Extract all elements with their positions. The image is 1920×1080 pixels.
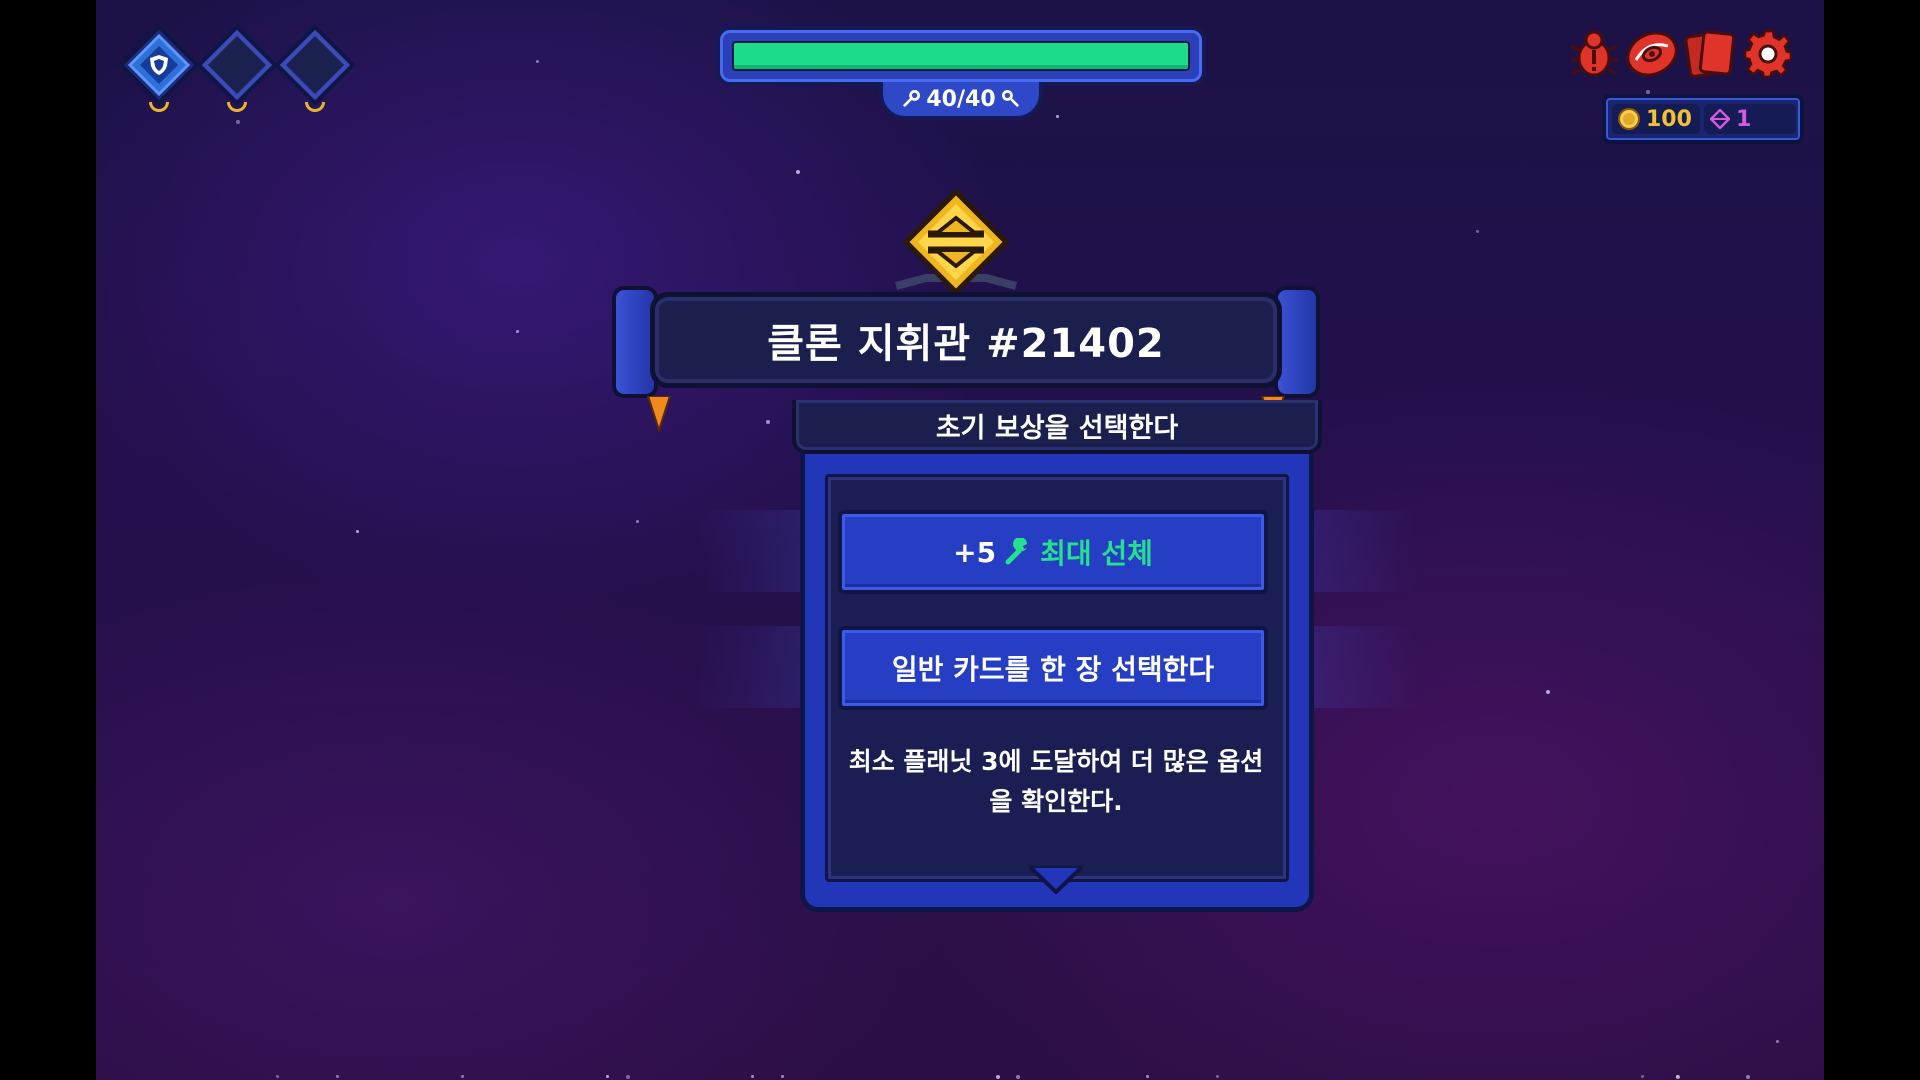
wrench-icon xyxy=(1005,538,1028,565)
menu-icons xyxy=(1566,26,1796,84)
game-screen: 40/40 100 1 클론 지휘관 #21402 초기 보상을 선택한다 +5… xyxy=(96,0,1824,1080)
star xyxy=(1146,1075,1149,1078)
star xyxy=(751,1075,754,1078)
star xyxy=(1546,690,1550,694)
event-subtitle: 초기 보상을 선택한다 xyxy=(792,400,1322,454)
settings-gear-icon[interactable] xyxy=(1740,26,1796,82)
star xyxy=(636,520,639,523)
star xyxy=(1476,230,1479,233)
gold-value: 100 xyxy=(1646,106,1692,132)
gem-icon xyxy=(1710,109,1730,129)
currency-panel: 100 1 xyxy=(1602,94,1804,144)
option-max-hull-button[interactable]: +5 최대 선체 xyxy=(838,510,1268,594)
info-line-2: 을 확인한다. xyxy=(989,787,1123,816)
gem-counter: 1 xyxy=(1704,104,1796,134)
gold-coin-icon xyxy=(1618,108,1640,130)
option-1-prefix: +5 xyxy=(953,535,997,569)
galaxy-map-icon[interactable] xyxy=(1624,26,1680,82)
bug-report-icon[interactable] xyxy=(1566,26,1622,82)
star xyxy=(1641,1075,1644,1078)
map-node-2[interactable] xyxy=(196,24,278,112)
hull-readout: 40/40 xyxy=(879,82,1043,120)
option-pick-card-button[interactable]: 일반 카드를 한 장 선택한다 xyxy=(838,626,1268,710)
star xyxy=(536,60,539,63)
map-node-3[interactable] xyxy=(274,24,356,112)
progress-nodes xyxy=(118,24,358,124)
star xyxy=(606,1075,609,1078)
wrench-icon xyxy=(903,90,921,107)
star xyxy=(1776,1040,1779,1043)
unlock-info-text: 최소 플래닛 3에 도달하여 더 많은 옵션 을 확인한다. xyxy=(836,742,1276,832)
hull-track xyxy=(732,41,1190,71)
hull-value: 40/40 xyxy=(926,86,996,112)
star xyxy=(516,330,519,333)
event-subtitle-text: 초기 보상을 선택한다 xyxy=(935,412,1179,444)
card-deck-icon[interactable] xyxy=(1682,26,1738,82)
event-title: 클론 지휘관 #21402 xyxy=(767,321,1165,367)
option-1-label: 최대 선체 xyxy=(1040,537,1153,570)
star xyxy=(1746,1075,1750,1079)
star xyxy=(336,1075,339,1078)
map-node-1[interactable] xyxy=(118,24,200,112)
gem-value: 1 xyxy=(1736,106,1752,132)
star xyxy=(781,1075,784,1078)
hull-bar: 40/40 xyxy=(716,26,1206,120)
star xyxy=(796,170,800,174)
wrench-icon xyxy=(1001,90,1019,107)
star xyxy=(1676,1075,1679,1078)
option-2-label: 일반 카드를 한 장 선택한다 xyxy=(891,653,1215,686)
panel-notch xyxy=(1029,866,1083,894)
star xyxy=(626,1075,630,1079)
event-banner: 클론 지휘관 #21402 xyxy=(612,286,1320,432)
shield-icon xyxy=(150,55,168,75)
star xyxy=(1016,1075,1020,1079)
tassel-icon xyxy=(646,396,672,432)
star xyxy=(766,420,770,424)
star xyxy=(356,530,359,533)
hull-fill xyxy=(734,43,1188,69)
star xyxy=(1216,1075,1219,1078)
star xyxy=(276,1075,279,1078)
gold-counter: 100 xyxy=(1612,104,1700,134)
star xyxy=(461,1075,464,1078)
star xyxy=(996,1075,1000,1079)
info-line-1: 최소 플래닛 3에 도달하여 더 많은 옵션 xyxy=(848,747,1264,776)
